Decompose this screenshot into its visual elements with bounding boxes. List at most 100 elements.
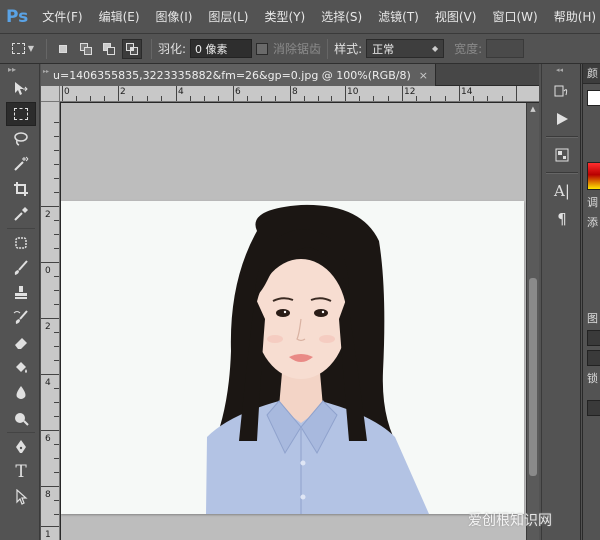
crop-tool-icon[interactable]	[6, 177, 36, 201]
clone-stamp-tool-icon[interactable]	[6, 281, 36, 305]
menu-select[interactable]: 选择(S)	[321, 8, 362, 25]
character-panel-icon[interactable]: A|	[547, 178, 577, 204]
blend-mode-select[interactable]	[587, 350, 600, 366]
portrait-illustration	[206, 204, 429, 514]
tool-preset-picker[interactable]: ▼	[6, 39, 40, 59]
lasso-tool-icon[interactable]	[6, 127, 36, 151]
document-tab[interactable]: ▸▸ u=1406355835,3223335882&fm=26&gp=0.jp…	[41, 64, 436, 86]
magic-wand-tool-icon[interactable]	[6, 152, 36, 176]
menu-bar: Ps 文件(F) 编辑(E) 图像(I) 图层(L) 类型(Y) 选择(S) 滤…	[0, 0, 600, 34]
history-brush-tool-icon[interactable]	[6, 306, 36, 330]
watermark: 爱创根知识网	[468, 513, 552, 529]
feather-input[interactable]: 0 像素	[190, 39, 253, 58]
close-icon[interactable]: ×	[419, 69, 428, 82]
spot-healing-brush-icon[interactable]	[6, 231, 36, 255]
ruler-tick	[54, 346, 59, 347]
ruler-tick-label: 2	[45, 322, 51, 332]
add-selection-icon	[80, 42, 92, 55]
properties-panel-icon[interactable]	[547, 142, 577, 168]
history-panel-icon[interactable]	[547, 78, 577, 104]
ruler-tick	[176, 86, 177, 101]
subtract-from-selection-button[interactable]	[99, 39, 119, 59]
pen-tool-icon[interactable]	[6, 435, 36, 459]
add-adjustment-label: 添	[587, 216, 598, 229]
ruler-tick-label: 10	[347, 87, 359, 97]
ruler-tick	[54, 444, 59, 445]
menu-file[interactable]: 文件(F)	[42, 8, 82, 25]
ruler-tick-label: 2	[120, 87, 126, 97]
ruler-tick	[445, 96, 446, 101]
ruler-tick	[54, 500, 59, 501]
menu-help[interactable]: 帮助(H)	[554, 8, 596, 25]
antialias-checkbox[interactable]	[256, 42, 269, 55]
scroll-up-icon[interactable]: ▲	[527, 103, 539, 115]
select-arrows-icon: ◆	[431, 44, 439, 53]
brush-tool-icon[interactable]	[6, 256, 36, 280]
layers-panel-tab[interactable]: 图	[583, 310, 600, 326]
new-selection-icon	[57, 43, 69, 55]
menu-view[interactable]: 视图(V)	[435, 8, 477, 25]
ruler-tick	[430, 96, 431, 101]
menu-type[interactable]: 类型(Y)	[264, 8, 305, 25]
chevron-down-icon: ▼	[27, 44, 35, 53]
ruler-tick	[90, 96, 91, 101]
ruler-tick-label: 1	[45, 530, 51, 540]
ruler-tick	[54, 472, 59, 473]
options-bar: ▼ 羽化: 0 像素 消除锯齿 样式: 正常 ◆ 宽度:	[0, 34, 600, 64]
width-input[interactable]	[486, 39, 525, 58]
style-select[interactable]: 正常 ◆	[366, 39, 445, 58]
menu-layer[interactable]: 图层(L)	[208, 8, 248, 25]
horizontal-ruler[interactable]: 0 2 4 6 8 10 12 14	[60, 86, 539, 102]
menu-image[interactable]: 图像(I)	[156, 8, 193, 25]
ruler-tick	[388, 96, 389, 101]
color-panel: 颜 调 添 图 锁	[582, 64, 600, 540]
color-panel-tab[interactable]: 颜	[583, 64, 600, 84]
ruler-tick	[54, 178, 59, 179]
ruler-tick-label: 8	[292, 87, 298, 97]
collapsed-panel-dock: ◂◂ A| ¶	[541, 64, 581, 540]
rectangular-marquee-tool-icon[interactable]	[6, 102, 36, 126]
divider	[7, 432, 35, 433]
actions-play-icon[interactable]	[547, 106, 577, 132]
layer-visibility-eye-icon[interactable]	[587, 400, 600, 416]
ruler-tick	[41, 374, 59, 375]
adjustments-panel-tab[interactable]: 调	[583, 194, 600, 210]
rectangular-marquee-icon	[11, 43, 25, 54]
ruler-tick	[76, 96, 77, 101]
ruler-tick	[62, 86, 63, 101]
eyedropper-tool-icon[interactable]	[6, 202, 36, 226]
intersect-selection-button[interactable]	[122, 38, 142, 59]
ruler-tick	[54, 276, 59, 277]
ruler-tick	[41, 526, 59, 527]
new-selection-button[interactable]	[53, 39, 73, 59]
color-spectrum[interactable]	[587, 162, 600, 190]
ruler-tick	[54, 416, 59, 417]
ruler-tick	[54, 248, 59, 249]
path-selection-tool-icon[interactable]	[6, 485, 36, 509]
menu-edit[interactable]: 编辑(E)	[99, 8, 140, 25]
ruler-tick	[161, 96, 162, 101]
menu-window[interactable]: 窗口(W)	[492, 8, 537, 25]
paragraph-panel-icon[interactable]: ¶	[547, 206, 577, 232]
paint-bucket-tool-icon[interactable]	[6, 356, 36, 380]
tools-panel: ▸▸ T	[0, 64, 40, 540]
foreground-color-swatch[interactable]	[587, 90, 600, 106]
ruler-tick	[54, 514, 59, 515]
scrollbar-thumb[interactable]	[529, 278, 537, 476]
ruler-origin[interactable]	[41, 86, 60, 102]
panel-grip-icon[interactable]: ▸▸	[0, 64, 39, 76]
eraser-tool-icon[interactable]	[6, 331, 36, 355]
canvas[interactable]	[61, 103, 526, 540]
dodge-tool-icon[interactable]	[6, 406, 36, 430]
blur-tool-icon[interactable]	[6, 381, 36, 405]
type-tool-icon[interactable]: T	[6, 460, 36, 484]
add-to-selection-button[interactable]	[76, 39, 96, 59]
move-tool-icon[interactable]	[6, 77, 36, 101]
menu-filter[interactable]: 滤镜(T)	[378, 8, 419, 25]
panel-grip-icon[interactable]: ◂◂	[542, 64, 580, 76]
vertical-scrollbar[interactable]: ▲	[526, 103, 539, 540]
ruler-tick	[41, 318, 59, 319]
photoshop-logo: Ps	[6, 6, 29, 27]
vertical-ruler[interactable]: 2 0 2 4 6 8 1	[41, 102, 60, 540]
layer-filter-search-icon[interactable]	[587, 330, 600, 346]
